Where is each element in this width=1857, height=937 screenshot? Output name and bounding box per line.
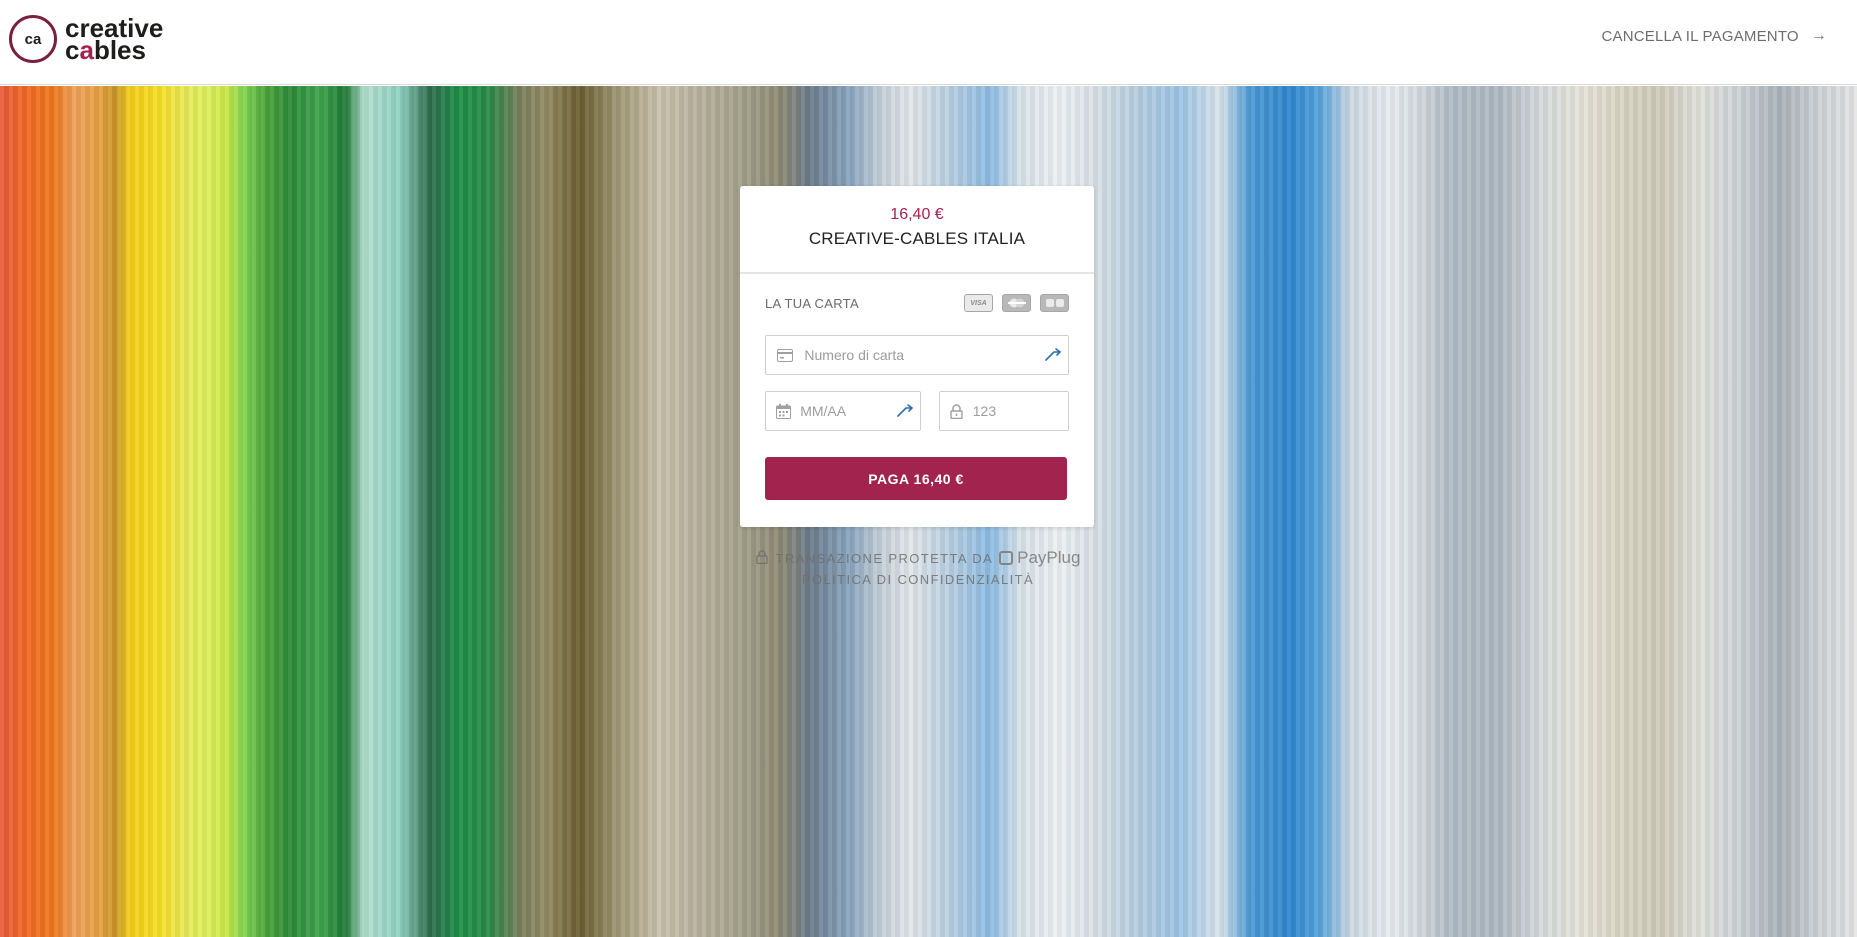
payment-summary: 16,40 € CREATIVE-CABLES ITALIA	[740, 186, 1094, 274]
card-brands: VISA	[964, 294, 1069, 312]
card-label-row: LA TUA CARTA VISA	[765, 294, 1069, 312]
logo-wordmark: creative cables	[65, 15, 163, 65]
payplug-mark-icon	[999, 551, 1014, 565]
logo-monogram: ca	[9, 15, 57, 63]
creative-cables-logo[interactable]: ca creative cables	[9, 15, 163, 63]
logo-word-cables: cables	[65, 35, 146, 65]
cvc-input[interactable]	[972, 403, 1068, 419]
calendar-icon	[766, 403, 800, 419]
privacy-policy-link[interactable]: POLITICA DI CONFIDENZIALITÀ	[750, 572, 1086, 587]
pay-button[interactable]: PAGA 16,40 €	[765, 457, 1067, 500]
card-number-field[interactable]	[765, 335, 1069, 375]
cb-icon	[1040, 294, 1069, 312]
autofill-key-icon[interactable]	[896, 402, 914, 422]
payplug-logo: PayPlug	[999, 548, 1080, 568]
secure-transaction-line: TRANSAZIONE PROTETTA DA PayPlug	[750, 548, 1086, 568]
visa-icon: VISA	[964, 294, 993, 312]
lock-icon	[755, 549, 768, 567]
payplug-name: PayPlug	[1017, 548, 1081, 567]
lock-icon	[940, 403, 973, 419]
payment-form: LA TUA CARTA VISA Numero di carta MM/AA …	[740, 294, 1094, 500]
merchant-name: CREATIVE-CABLES ITALIA	[808, 229, 1026, 248]
expiry-field[interactable]	[765, 391, 921, 431]
cancel-payment-link[interactable]: CANCELLA IL PAGAMENTO →	[1601, 27, 1827, 45]
cvc-field[interactable]	[939, 391, 1069, 431]
top-header: ca creative cables CANCELLA IL PAGAMENTO…	[0, 0, 1857, 85]
your-card-label: LA TUA CARTA	[765, 295, 859, 311]
secure-transaction-text: TRANSAZIONE PROTETTA DA	[775, 550, 994, 566]
autofill-key-icon[interactable]	[1044, 346, 1062, 366]
card-number-input[interactable]	[804, 347, 1068, 363]
cancel-payment-label: CANCELLA IL PAGAMENTO	[1601, 27, 1799, 45]
mastercard-icon	[1002, 294, 1031, 312]
arrow-right-icon: →	[1810, 27, 1827, 44]
payment-amount: 16,40 €	[890, 206, 944, 223]
expiry-cvc-row	[765, 391, 1069, 431]
credit-card-icon	[766, 348, 804, 362]
payment-card: 16,40 € CREATIVE-CABLES ITALIA LA TUA CA…	[740, 186, 1094, 527]
